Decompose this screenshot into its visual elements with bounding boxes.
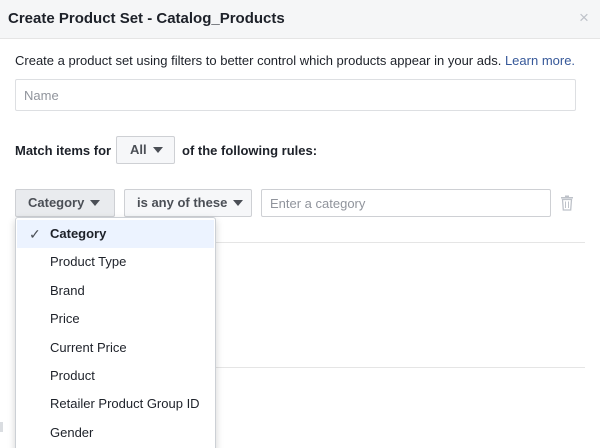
dropdown-item-label: Gender <box>50 425 94 440</box>
dropdown-item-label: Product <box>50 368 95 383</box>
name-input[interactable] <box>15 79 576 111</box>
rule-operator-label: is any of these <box>137 195 228 210</box>
rule-operator-dropdown[interactable]: is any of these <box>124 189 252 217</box>
dropdown-item-retailer-product-group-id[interactable]: Retailer Product Group ID <box>17 390 214 418</box>
category-dropdown-menu: ✓ Category Product Type Brand Price Curr… <box>15 217 216 448</box>
section-divider <box>215 367 585 368</box>
match-suffix-label: of the following rules: <box>182 143 318 158</box>
match-prefix-label: Match items for <box>15 143 112 158</box>
caret-down-icon <box>233 199 244 206</box>
intro-text: Create a product set using filters to be… <box>15 53 575 68</box>
left-edge-mark <box>0 422 3 432</box>
dropdown-item-label: Product Type <box>50 254 127 269</box>
trash-icon[interactable] <box>560 195 574 211</box>
match-all-dropdown[interactable]: All <box>116 136 175 164</box>
dropdown-item-label: Category <box>50 226 107 241</box>
dropdown-item-brand[interactable]: Brand <box>17 277 214 305</box>
intro-description: Create a product set using filters to be… <box>15 53 502 68</box>
match-row: Match items for All of the following rul… <box>15 136 585 164</box>
dialog-header: Create Product Set - Catalog_Products × <box>0 0 600 39</box>
section-divider <box>215 242 585 243</box>
check-icon: ✓ <box>29 226 41 242</box>
match-all-label: All <box>130 142 147 157</box>
dropdown-item-label: Current Price <box>50 340 127 355</box>
rule-field-label: Category <box>28 195 85 210</box>
dropdown-item-current-price[interactable]: Current Price <box>17 334 214 362</box>
dropdown-item-product-type[interactable]: Product Type <box>17 248 214 276</box>
learn-more-link[interactable]: Learn more. <box>505 53 575 68</box>
dropdown-item-label: Brand <box>50 283 85 298</box>
dropdown-item-label: Price <box>50 311 80 326</box>
rule-row: Category is any of these <box>15 189 585 217</box>
dropdown-item-category[interactable]: ✓ Category <box>17 220 214 248</box>
dialog-title: Create Product Set - Catalog_Products <box>8 10 285 27</box>
rule-field-dropdown[interactable]: Category <box>15 189 115 217</box>
dropdown-item-gender[interactable]: Gender <box>17 419 214 447</box>
dropdown-item-price[interactable]: Price <box>17 305 214 333</box>
close-icon[interactable]: × <box>576 9 592 27</box>
caret-down-icon <box>90 199 101 206</box>
dropdown-item-product[interactable]: Product <box>17 362 214 390</box>
dropdown-item-label: Retailer Product Group ID <box>50 396 200 411</box>
category-value-input[interactable] <box>261 189 551 217</box>
caret-down-icon <box>152 146 163 153</box>
